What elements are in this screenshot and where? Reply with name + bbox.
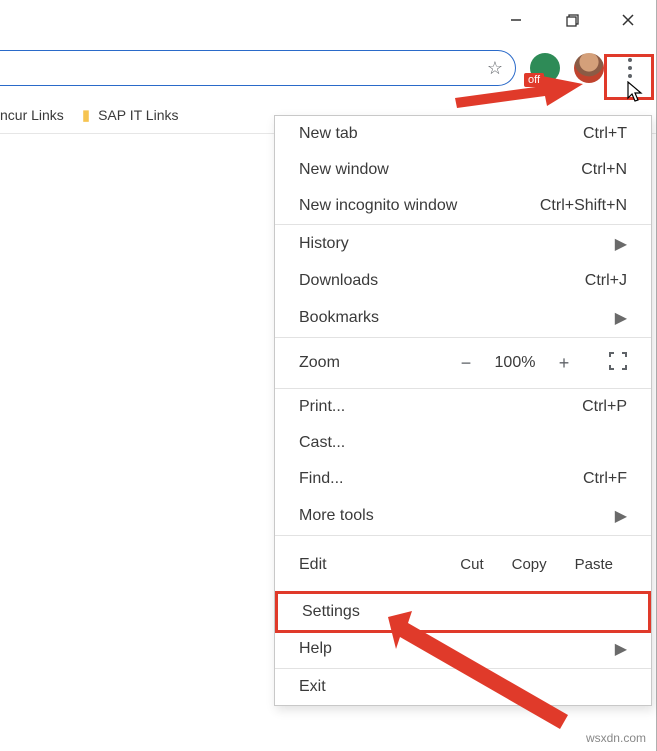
chrome-menu-button[interactable] — [610, 48, 650, 88]
menu-item-help[interactable]: Help ▶ — [275, 630, 651, 668]
chevron-right-icon: ▶ — [615, 506, 627, 526]
bookmark-label: ncur Links — [0, 107, 64, 123]
bookmark-star-icon[interactable]: ☆ — [487, 58, 503, 79]
close-button[interactable] — [605, 0, 651, 40]
kebab-icon — [628, 58, 632, 78]
extension-icon[interactable] — [530, 53, 560, 83]
menu-item-downloads[interactable]: Downloads Ctrl+J — [275, 263, 651, 299]
bookmark-item[interactable]: ncur Links — [0, 107, 64, 123]
edit-copy-button[interactable]: Copy — [498, 550, 561, 579]
menu-item-cast[interactable]: Cast... — [275, 425, 651, 461]
menu-item-find[interactable]: Find... Ctrl+F — [275, 461, 651, 497]
menu-item-print[interactable]: Print... Ctrl+P — [275, 389, 651, 425]
zoom-in-button[interactable]: + — [543, 353, 585, 374]
menu-item-bookmarks[interactable]: Bookmarks ▶ — [275, 299, 651, 337]
annotation-highlight-settings: Settings — [275, 591, 651, 633]
address-bar[interactable]: ☆ — [0, 50, 516, 86]
chevron-right-icon: ▶ — [615, 234, 627, 254]
chevron-right-icon: ▶ — [615, 639, 627, 659]
edit-paste-button[interactable]: Paste — [561, 550, 627, 579]
profile-avatar[interactable] — [574, 53, 604, 83]
menu-item-edit: Edit Cut Copy Paste — [275, 536, 651, 593]
menu-item-history[interactable]: History ▶ — [275, 225, 651, 263]
watermark: wsxdn.com — [586, 731, 646, 745]
bookmark-item[interactable]: ▮ SAP IT Links — [82, 106, 179, 124]
menu-item-exit[interactable]: Exit — [275, 669, 651, 705]
toolbar: ☆ — [0, 40, 656, 96]
menu-item-more-tools[interactable]: More tools ▶ — [275, 497, 651, 535]
chevron-right-icon: ▶ — [615, 308, 627, 328]
chrome-menu: New tab Ctrl+T New window Ctrl+N New inc… — [274, 115, 652, 706]
zoom-value: 100% — [487, 354, 543, 372]
menu-item-zoom: Zoom − 100% + — [275, 338, 651, 388]
edit-cut-button[interactable]: Cut — [446, 550, 497, 579]
maximize-button[interactable] — [549, 0, 595, 40]
window-titlebar — [0, 0, 656, 40]
folder-icon: ▮ — [82, 106, 90, 124]
menu-item-new-window[interactable]: New window Ctrl+N — [275, 152, 651, 188]
bookmark-label: SAP IT Links — [98, 107, 178, 123]
menu-item-new-tab[interactable]: New tab Ctrl+T — [275, 116, 651, 152]
minimize-button[interactable] — [493, 0, 539, 40]
fullscreen-button[interactable] — [609, 352, 627, 374]
menu-item-new-incognito[interactable]: New incognito window Ctrl+Shift+N — [275, 188, 651, 224]
menu-item-settings[interactable]: Settings — [278, 594, 648, 630]
zoom-out-button[interactable]: − — [445, 353, 487, 374]
